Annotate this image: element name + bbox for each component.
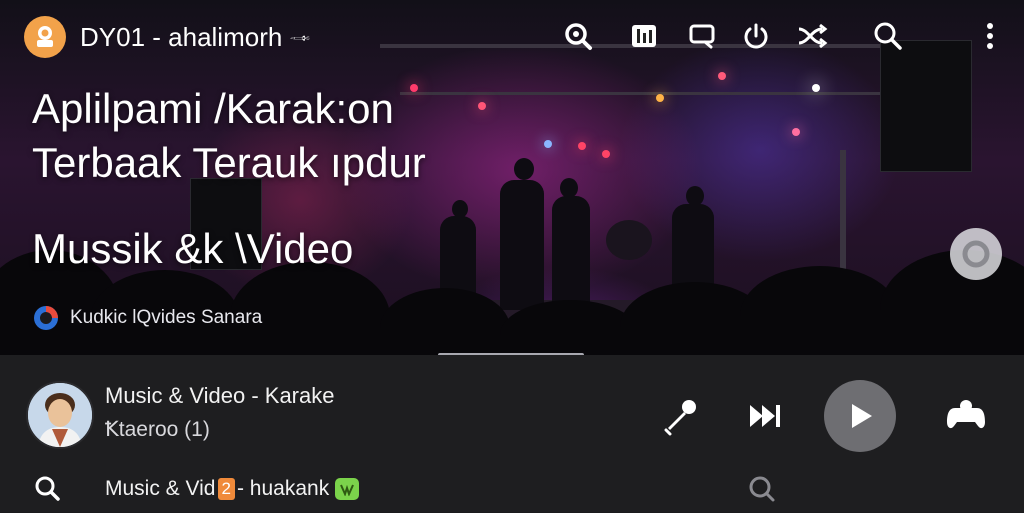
- record-toggle-button[interactable]: [950, 228, 1002, 280]
- skip-next-icon: [750, 405, 780, 427]
- microphone-icon: [664, 400, 696, 436]
- search-zoom-icon[interactable]: [560, 18, 596, 54]
- search-icon: [749, 476, 775, 502]
- queue-count-badge: 2: [217, 478, 235, 500]
- controller-button[interactable]: [942, 392, 990, 440]
- track-title[interactable]: Music & Video - Karake: [105, 383, 334, 409]
- performer: [560, 178, 578, 198]
- artist-portrait-icon: [28, 383, 92, 447]
- stage-light: [718, 72, 726, 80]
- stage-light: [578, 142, 586, 150]
- gamepad-icon: [947, 400, 985, 429]
- drum-kit: [606, 220, 652, 260]
- top-bar: DY01 - ahalimorh 🙬: [0, 0, 1024, 72]
- app-title: DY01 - ahalimorh 🙬: [80, 22, 311, 52]
- power-icon[interactable]: [738, 18, 774, 54]
- search-icon: [35, 476, 60, 501]
- queue-item-title[interactable]: Music & Vid 2 - huakank: [105, 477, 360, 501]
- cast-icon[interactable]: [684, 18, 720, 54]
- performer: [686, 186, 704, 206]
- stage-truss: [400, 92, 880, 95]
- performer: [552, 196, 590, 306]
- skip-next-button[interactable]: [740, 392, 788, 440]
- mixer-icon[interactable]: [626, 18, 662, 54]
- search-icon[interactable]: [870, 18, 906, 54]
- crowd: [740, 266, 900, 355]
- crowd: [380, 288, 510, 355]
- source-label: Kudkic lQvides Sanara: [70, 307, 263, 328]
- hero-headline: Aplilpami /Karak:on Terbaak Terauk ıpdur: [32, 82, 426, 190]
- queue-title-end: - huakank: [236, 477, 330, 500]
- mini-player: Music & Video - Karake Ꝁtaeroo (1) Music…: [0, 355, 1024, 512]
- microphone-button[interactable]: [656, 392, 704, 440]
- hero-source[interactable]: Kudkic lQvides Sanara: [32, 304, 262, 332]
- source-logo-icon: [34, 306, 58, 330]
- verified-tag-icon: [335, 478, 360, 500]
- performer: [500, 180, 544, 310]
- stage-light: [656, 94, 664, 102]
- stage-light: [792, 128, 800, 136]
- queue-search-button[interactable]: [24, 465, 72, 513]
- play-button[interactable]: [824, 380, 896, 452]
- stage-light: [478, 102, 486, 110]
- stage-light: [602, 150, 610, 158]
- app-logo[interactable]: [24, 16, 66, 58]
- stage-light: [812, 84, 820, 92]
- play-icon: [852, 404, 872, 428]
- hero-banner[interactable]: DY01 - ahalimorh 🙬 Aplilpami /Karak:on T…: [0, 0, 1024, 355]
- performer: [514, 158, 534, 180]
- queue-title-start: Music & Vid: [105, 477, 216, 500]
- queue-row[interactable]: Music & Vid 2 - huakank: [0, 467, 1024, 512]
- avatar[interactable]: [26, 381, 94, 449]
- queue-lookup-button[interactable]: [738, 465, 786, 513]
- karaoke-logo-icon: [37, 26, 53, 47]
- headline-line-1: Aplilpami /Karak:on: [32, 85, 394, 132]
- shuffle-icon[interactable]: [794, 18, 830, 54]
- track-subtitle: Ꝁtaeroo (1): [105, 418, 210, 441]
- headline-line-2: Terbaak Terauk ıpdur: [32, 139, 426, 186]
- ring-icon: [962, 240, 990, 268]
- more-vert-icon[interactable]: [972, 18, 1008, 54]
- stage-light: [544, 140, 552, 148]
- hero-subheadline: Mussik &k \Video: [32, 225, 354, 272]
